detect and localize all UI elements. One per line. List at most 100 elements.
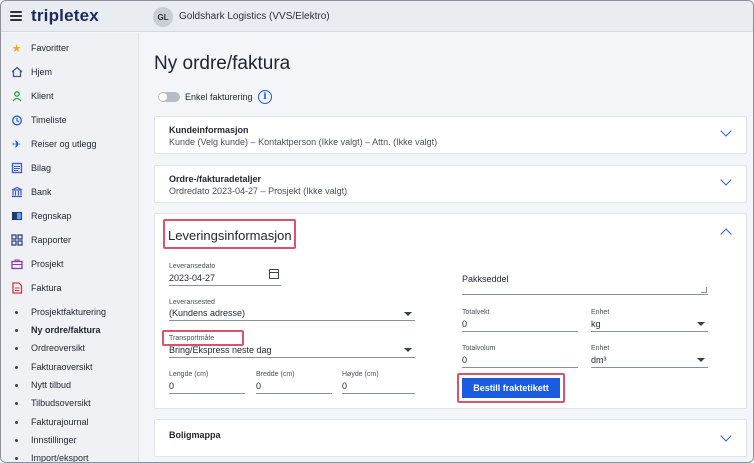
delivery-info-title: Leveringsinformasjon — [168, 228, 292, 243]
length-underline — [169, 393, 245, 394]
height-field[interactable]: 0 — [342, 381, 347, 391]
book-icon — [10, 210, 23, 223]
total-volume-field[interactable]: 0 — [462, 355, 467, 365]
chevron-down-icon[interactable] — [720, 430, 732, 442]
bullet-icon — [15, 346, 18, 350]
delivery-place-select[interactable]: (Kundens adresse) — [169, 308, 245, 318]
sidebar-item-bank[interactable]: Bank — [1, 182, 139, 202]
timer-icon — [10, 114, 23, 127]
sidebar-item-rapporter[interactable]: Rapporter — [1, 230, 139, 250]
customer-info-card[interactable]: Kundeinformasjon Kunde (Velg kunde) – Ko… — [154, 116, 747, 154]
sidebar-subitem-nytt-tilbud[interactable]: Nytt tilbud — [1, 376, 139, 394]
toggle-knob — [159, 93, 167, 101]
sidebar-item-faktura[interactable]: Faktura — [1, 278, 139, 298]
weight-unit-label: Enhet — [591, 309, 610, 316]
sidebar-item-klient[interactable]: Klient — [1, 86, 139, 106]
sidebar-item-prosjekt[interactable]: Prosjekt — [1, 254, 139, 274]
length-field[interactable]: 0 — [169, 381, 174, 391]
sidebar-item-hjem[interactable]: Hjem — [1, 62, 139, 82]
plane-icon: ✈ — [11, 138, 22, 151]
top-bar: tripletex GL Goldshark Logistics (VVS/El… — [1, 1, 753, 32]
chevron-up-icon[interactable] — [720, 228, 732, 240]
sidebar-item-favoritter[interactable]: ★ Favoritter — [1, 38, 139, 58]
sidebar-subitem-tilbudsoversikt[interactable]: Tilbudsoversikt — [1, 394, 139, 412]
transport-select[interactable]: Bring/Ekspress neste dag — [169, 345, 272, 355]
simple-invoicing-label: Enkel fakturering — [185, 92, 253, 102]
packing-slip-label: Pakkseddel — [462, 274, 509, 284]
bank-icon — [10, 186, 23, 199]
width-field[interactable]: 0 — [256, 381, 261, 391]
total-weight-underline — [462, 331, 578, 332]
sidebar: ★ Favoritter Hjem Klient Timeliste ✈ Rei… — [1, 33, 139, 462]
sidebar-item-reiser[interactable]: ✈ Reiser og utlegg — [1, 134, 139, 154]
company-name[interactable]: Goldshark Logistics (VVS/Elektro) — [179, 11, 330, 22]
total-volume-underline — [462, 367, 578, 368]
sidebar-subitem-ny-ordre-faktura[interactable]: Ny ordre/faktura — [1, 321, 139, 339]
delivery-date-label: Leveransedato — [169, 263, 216, 270]
chevron-down-icon[interactable] — [697, 358, 705, 362]
length-label: Lengde (cm) — [169, 371, 209, 378]
bullet-icon — [15, 328, 18, 332]
sidebar-item-timeliste[interactable]: Timeliste — [1, 110, 139, 130]
volume-unit-select[interactable]: dm³ — [591, 355, 607, 365]
order-shipping-label-button[interactable]: Bestill fraktetikett — [462, 378, 560, 398]
sidebar-item-bilag[interactable]: Bilag — [1, 158, 139, 178]
height-underline — [342, 393, 415, 394]
order-details-card[interactable]: Ordre-/fakturadetaljer Ordredato 2023-04… — [154, 165, 747, 203]
transport-underline — [169, 357, 415, 358]
customer-info-summary: Kunde (Velg kunde) – Kontaktperson (Ikke… — [169, 137, 438, 147]
boligmappa-card[interactable]: Boligmappa — [154, 419, 747, 457]
sidebar-subitem-fakturaoversikt[interactable]: Fakturaoversikt — [1, 358, 139, 376]
sidebar-subitem-fakturajournal[interactable]: Fakturajournal — [1, 413, 139, 431]
dashboard-icon — [10, 234, 23, 247]
packing-slip-textarea[interactable] — [462, 294, 708, 295]
app-window: tripletex GL Goldshark Logistics (VVS/El… — [0, 0, 754, 463]
bullet-icon — [15, 365, 18, 369]
bullet-icon — [15, 456, 18, 460]
delivery-place-underline — [169, 320, 415, 321]
voucher-icon — [10, 162, 23, 175]
total-weight-label: Totalvekt — [462, 309, 490, 316]
app-logo[interactable]: tripletex — [31, 6, 99, 26]
bullet-icon — [15, 383, 18, 387]
bullet-icon — [15, 438, 18, 442]
order-details-title: Ordre-/fakturadetaljer — [169, 174, 262, 184]
weight-unit-underline — [591, 331, 708, 332]
company-avatar[interactable]: GL — [153, 7, 173, 27]
sidebar-subitem-ordreoversikt[interactable]: Ordreoversikt — [1, 339, 139, 357]
delivery-date-field[interactable]: 2023-04-27 — [169, 273, 215, 283]
chevron-down-icon[interactable] — [404, 348, 412, 352]
chevron-down-icon[interactable] — [404, 312, 412, 316]
volume-unit-underline — [591, 367, 708, 368]
page-title: Ny ordre/faktura — [154, 53, 291, 74]
boligmappa-title: Boligmappa — [169, 430, 221, 440]
total-weight-field[interactable]: 0 — [462, 319, 467, 329]
sidebar-subitem-prosjektfakturering[interactable]: Prosjektfakturering — [1, 303, 139, 321]
transport-label: Transportmåte — [169, 335, 215, 342]
sidebar-item-regnskap[interactable]: Regnskap — [1, 206, 139, 226]
customer-info-title: Kundeinformasjon — [169, 125, 249, 135]
menu-icon[interactable] — [10, 11, 22, 21]
bullet-icon — [15, 401, 18, 405]
home-icon — [10, 66, 23, 79]
briefcase-icon — [10, 258, 23, 271]
chevron-down-icon[interactable] — [720, 174, 732, 186]
bullet-icon — [15, 310, 18, 314]
order-details-summary: Ordredato 2023-04-27 – Prosjekt (Ikke va… — [169, 186, 348, 196]
bullet-icon — [15, 420, 18, 424]
total-volume-label: Totalvolum — [462, 345, 496, 352]
star-icon: ★ — [11, 42, 22, 55]
sidebar-subitem-import-eksport[interactable]: Import/eksport — [1, 449, 139, 462]
weight-unit-select[interactable]: kg — [591, 319, 601, 329]
chevron-down-icon[interactable] — [697, 322, 705, 326]
volume-unit-label: Enhet — [591, 345, 610, 352]
delivery-place-label: Leveransested — [169, 299, 215, 306]
simple-invoicing-toggle[interactable] — [158, 92, 180, 102]
width-label: Bredde (cm) — [256, 371, 295, 378]
height-label: Høyde (cm) — [342, 371, 379, 378]
resize-handle-icon[interactable] — [701, 287, 707, 293]
info-icon[interactable]: i — [258, 90, 272, 104]
sidebar-subitem-innstillinger[interactable]: Innstillinger — [1, 431, 139, 449]
calendar-icon[interactable] — [269, 269, 279, 279]
chevron-down-icon[interactable] — [720, 125, 732, 137]
